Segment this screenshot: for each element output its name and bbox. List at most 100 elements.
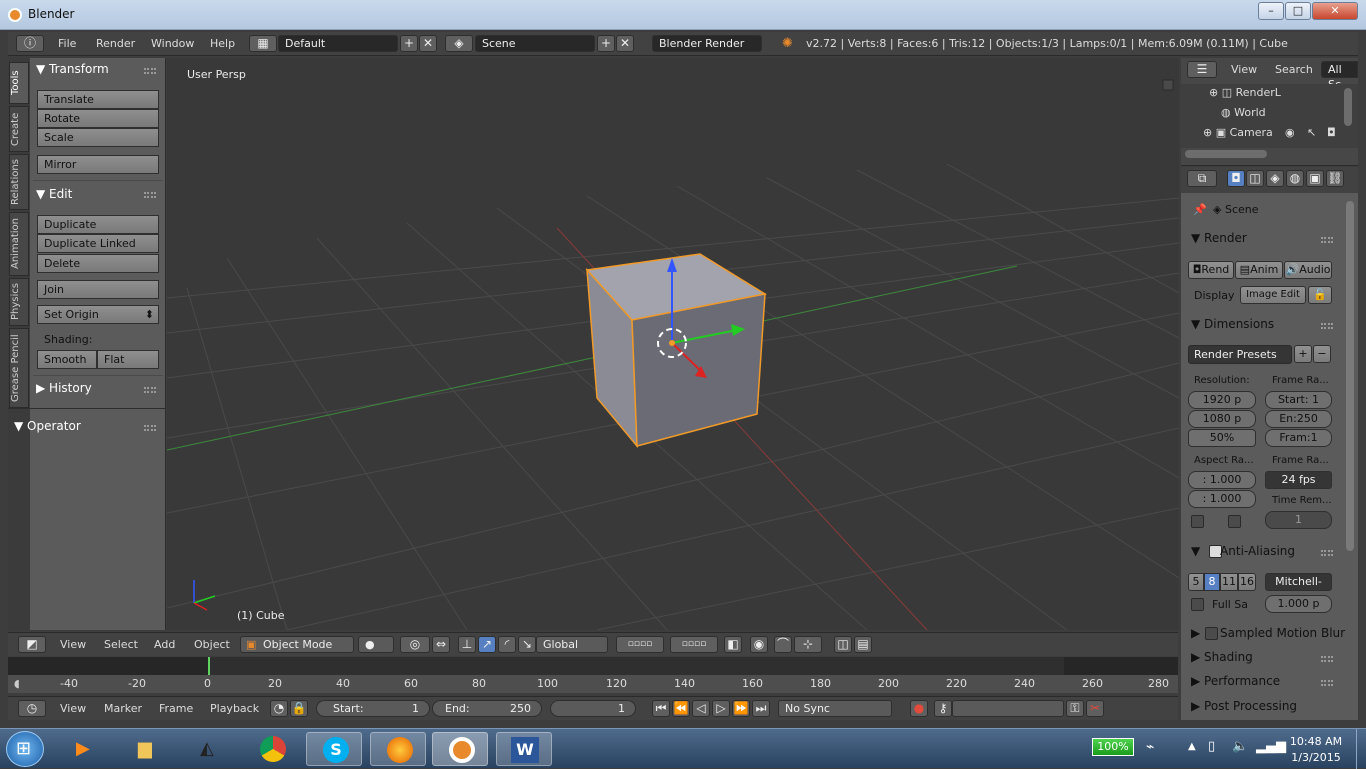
- set-origin-dropdown[interactable]: Set Origin ⬍: [37, 305, 159, 324]
- panel-grip-icon[interactable]: [1321, 550, 1333, 556]
- taskbar-skype[interactable]: S: [306, 732, 362, 766]
- lock-interface-icon[interactable]: 🔓: [1308, 286, 1332, 304]
- crop-checkbox[interactable]: [1228, 515, 1241, 528]
- power-plug-icon[interactable]: ⌁: [1146, 739, 1154, 755]
- resolution-y-field[interactable]: 1080 p: [1188, 410, 1256, 428]
- start-frame-field[interactable]: Start: 1: [316, 700, 430, 717]
- menu-marker[interactable]: Marker: [104, 702, 142, 715]
- menu-object[interactable]: Object: [194, 638, 230, 651]
- remove-preset-icon[interactable]: −: [1313, 345, 1331, 363]
- taskbar-chrome[interactable]: [244, 732, 300, 766]
- frame-start-field[interactable]: Start: 1: [1265, 391, 1332, 409]
- render-image-icon[interactable]: ◫: [834, 636, 852, 653]
- time-remap-field[interactable]: 1: [1265, 511, 1332, 529]
- frame-step-field[interactable]: Fram:1: [1265, 429, 1332, 447]
- menu-view[interactable]: View: [1231, 63, 1257, 76]
- render-layers-context-icon[interactable]: ◫: [1246, 170, 1264, 187]
- start-button[interactable]: ⊞: [6, 731, 44, 767]
- menu-frame[interactable]: Frame: [159, 702, 193, 715]
- record-icon[interactable]: ●: [910, 700, 928, 717]
- menu-add[interactable]: Add: [154, 638, 175, 651]
- add-preset-icon[interactable]: +: [1294, 345, 1312, 363]
- menu-view[interactable]: View: [60, 638, 86, 651]
- edit-panel-header[interactable]: ▼ Edit: [36, 187, 72, 201]
- outliner-item-world[interactable]: ◍ World: [1221, 106, 1266, 119]
- cube-object[interactable]: [585, 253, 768, 449]
- remove-layout-icon[interactable]: ✕: [419, 35, 437, 52]
- lock-layers-icon[interactable]: ◧: [724, 636, 742, 653]
- proportional-edit-icon[interactable]: ◉: [750, 636, 768, 653]
- duplicate-button[interactable]: Duplicate: [37, 215, 159, 234]
- resolution-percent-slider[interactable]: 50%: [1188, 429, 1256, 447]
- menu-search[interactable]: Search: [1275, 63, 1313, 76]
- aa-panel-header[interactable]: ▼ Anti-Aliasing: [1191, 544, 1295, 558]
- post-processing-panel-header[interactable]: ▶ Post Processing: [1191, 699, 1297, 713]
- panel-grip-icon[interactable]: [144, 387, 156, 393]
- render-animation-button[interactable]: ▤Anim: [1235, 261, 1283, 279]
- resolution-x-field[interactable]: 1920 p: [1188, 391, 1256, 409]
- selectability-arrow-icon[interactable]: ↖: [1307, 126, 1316, 139]
- panel-grip-icon[interactable]: [1321, 656, 1333, 662]
- tab-create[interactable]: Create: [9, 106, 29, 152]
- flat-button[interactable]: Flat: [97, 350, 159, 369]
- scale-manipulator-icon[interactable]: ↘: [518, 636, 536, 653]
- menu-render[interactable]: Render: [96, 37, 135, 50]
- screen-layout-icon[interactable]: ▦: [249, 35, 277, 52]
- manipulator-toggle-icon[interactable]: ⇔: [432, 636, 450, 653]
- taskbar-firefox[interactable]: [370, 732, 426, 766]
- remove-scene-icon[interactable]: ✕: [616, 35, 634, 52]
- jump-start-icon[interactable]: ⏮: [652, 700, 670, 717]
- aa-samples-11[interactable]: 11: [1220, 573, 1238, 591]
- minimize-button[interactable]: –: [1258, 2, 1284, 20]
- keying-set-icon[interactable]: ⚷: [934, 700, 952, 717]
- constraints-context-icon[interactable]: ⛓: [1326, 170, 1344, 187]
- current-frame-field[interactable]: 1: [550, 700, 636, 717]
- orientation-dropdown[interactable]: Global: [536, 636, 608, 653]
- tab-physics[interactable]: Physics: [9, 278, 29, 326]
- display-mode-dropdown[interactable]: All Sc: [1321, 61, 1358, 91]
- operator-panel-header[interactable]: ▼ Operator: [14, 419, 81, 433]
- jump-keyframe-back-icon[interactable]: ⏪: [672, 700, 690, 717]
- manipulator-icon[interactable]: ⊥: [458, 636, 476, 653]
- full-sample-checkbox[interactable]: [1191, 598, 1204, 611]
- menu-playback[interactable]: Playback: [210, 702, 259, 715]
- editor-type-properties-icon[interactable]: ⧉: [1187, 170, 1217, 187]
- tab-grease-pencil[interactable]: Grease Pencil: [9, 328, 29, 408]
- maximize-button[interactable]: □: [1285, 2, 1311, 20]
- aa-samples-5[interactable]: 5: [1188, 573, 1204, 591]
- fps-dropdown[interactable]: 24 fps: [1265, 471, 1332, 489]
- pin-icon[interactable]: 📌: [1193, 203, 1207, 216]
- taskbar-media-player[interactable]: ▶: [58, 732, 114, 766]
- display-dropdown[interactable]: Image Edit: [1240, 286, 1306, 304]
- outliner-v-scrollbar[interactable]: [1344, 88, 1352, 126]
- add-scene-icon[interactable]: +: [597, 35, 615, 52]
- editor-type-outliner-icon[interactable]: ☰: [1187, 61, 1217, 78]
- editor-type-3d-icon[interactable]: ◩: [18, 636, 46, 653]
- object-context-icon[interactable]: ▣: [1306, 170, 1324, 187]
- smooth-button[interactable]: Smooth: [37, 350, 97, 369]
- jump-keyframe-forward-icon[interactable]: ⏩: [732, 700, 750, 717]
- menu-view[interactable]: View: [60, 702, 86, 715]
- layers-grid-icon[interactable]: ▫▫▫▫: [616, 636, 664, 653]
- panel-grip-icon[interactable]: [1321, 680, 1333, 686]
- join-button[interactable]: Join: [37, 280, 159, 299]
- device-icon[interactable]: ▯: [1208, 739, 1215, 754]
- aspect-y-field[interactable]: : 1.000: [1188, 490, 1256, 508]
- outliner[interactable]: ☰ View Search All Sc ⊕ ◫ RenderL ◍ World…: [1181, 58, 1358, 166]
- delete-keyframe-icon[interactable]: ✂: [1086, 700, 1104, 717]
- aa-samples-8[interactable]: 8: [1204, 573, 1220, 591]
- layout-field[interactable]: Default: [278, 35, 398, 52]
- jump-end-icon[interactable]: ⏭: [752, 700, 770, 717]
- panel-grip-icon[interactable]: [1321, 237, 1333, 243]
- motion-blur-panel-header[interactable]: ▶ Sampled Motion Blur: [1191, 626, 1345, 640]
- panel-grip-icon[interactable]: [144, 68, 156, 74]
- border-checkbox[interactable]: [1191, 515, 1204, 528]
- translate-button[interactable]: Translate: [37, 90, 159, 109]
- panel-grip-icon[interactable]: [144, 192, 156, 198]
- duplicate-linked-button[interactable]: Duplicate Linked: [37, 234, 159, 253]
- menu-file[interactable]: File: [58, 37, 76, 50]
- tab-relations[interactable]: Relations: [9, 154, 29, 210]
- render-panel-header[interactable]: ▼ Render: [1191, 231, 1247, 245]
- dimensions-panel-header[interactable]: ▼ Dimensions: [1191, 317, 1274, 331]
- render-audio-button[interactable]: 🔊Audio: [1284, 261, 1332, 279]
